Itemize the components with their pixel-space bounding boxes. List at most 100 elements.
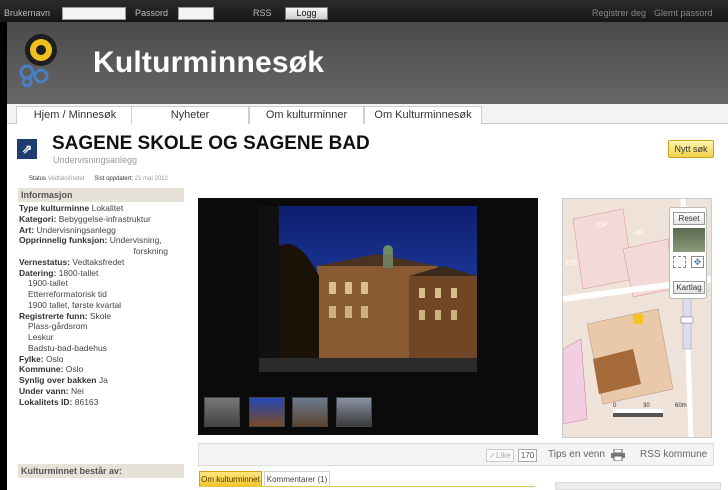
site-title: Kulturminnesøk — [93, 46, 325, 79]
info-label: Synlig over bakken — [19, 375, 97, 385]
print-icon[interactable] — [611, 449, 625, 461]
tab-about-heritage[interactable]: Om kulturminner — [249, 106, 364, 124]
kulturminnesok-logo[interactable] — [19, 30, 69, 88]
info-label: Kategori: — [19, 213, 57, 224]
like-label: Like — [496, 451, 511, 460]
finds-item: Plass-gårdsrom — [28, 321, 88, 332]
status-row: Status Vedtaksfredet Sist oppdatert: 21 … — [29, 176, 168, 182]
action-bar: ✓Like 170 Tips en venn RSS kommune — [198, 443, 714, 466]
info-row-municipality: Kommune: Oslo — [19, 364, 184, 375]
rss-municipality-link[interactable]: RSS kommune — [640, 449, 707, 460]
info-value-continued: forskning — [133, 246, 169, 256]
info-value: Bebyggelse-infrastruktur — [58, 213, 151, 224]
finds-item: Badstu-bad-badehus — [28, 342, 107, 353]
forgot-password-link[interactable]: Glemt passord — [654, 8, 713, 18]
aerial-view-thumbnail[interactable] — [673, 228, 705, 252]
like-button[interactable]: ✓Like — [486, 449, 514, 462]
info-row-dating: Datering: 1800-tallet — [19, 268, 184, 279]
info-label: Under vann: — [19, 385, 69, 396]
updated-label: Sist oppdatert: — [94, 176, 134, 182]
info-value: Undervisningsanlegg — [36, 224, 116, 235]
login-bar: Brukernavn Passord RSS Logg inn Registre… — [0, 0, 728, 29]
info-value: Lokalitet — [91, 203, 124, 213]
info-value: Nei — [70, 385, 84, 396]
like-count: 170 — [518, 449, 537, 462]
status-label: Status — [29, 176, 47, 182]
info-label: Lokalitets ID: — [19, 396, 73, 407]
select-area-icon[interactable] — [673, 256, 686, 268]
info-row-finds: Registrerte funn: Skole — [19, 311, 184, 322]
gallery-thumbnail[interactable] — [249, 397, 285, 427]
info-value: Undervisning, — [109, 235, 162, 246]
tab-home[interactable]: Hjem / Minnesøk — [16, 106, 134, 124]
main-nav: Hjem / Minnesøk Nyheter Om kulturminner … — [7, 104, 728, 124]
map-label: 8B — [635, 230, 644, 237]
updated-value: 21 mai 2012 — [134, 176, 168, 182]
password-input[interactable] — [178, 7, 214, 20]
info-value: Oslo — [45, 353, 64, 364]
password-label: Passord — [135, 8, 169, 18]
info-row-art: Art: Undervisningsanlegg — [19, 225, 184, 236]
tab-about-site[interactable]: Om Kulturminnesøk — [364, 106, 482, 124]
info-row-category: Kategori: Bebyggelse-infrastruktur — [19, 214, 184, 225]
gallery-thumbnail[interactable] — [292, 397, 328, 427]
side-box — [555, 482, 721, 490]
map-scale-label: 30 — [643, 403, 650, 409]
map-reset-button[interactable]: Reset — [673, 212, 705, 225]
info-value: 1800-tallet — [58, 267, 99, 278]
info-value: 86163 — [74, 396, 99, 407]
info-list: Type kulturminne Lokalitet Kategori: Beb… — [19, 203, 184, 407]
register-link[interactable]: Registrer deg — [592, 8, 646, 18]
info-value: Skole — [89, 310, 112, 321]
info-label: Fylke: — [19, 353, 44, 364]
heritage-type-icon: ⇗ — [17, 139, 37, 159]
info-label: Kommune: — [19, 364, 64, 375]
dating-item: Etterreformatorisk tid — [28, 289, 107, 299]
gallery-thumbnail[interactable] — [204, 397, 240, 427]
info-row-function: Opprinnelig funksjon: Undervisning, — [19, 235, 184, 246]
new-search-button[interactable]: Nytt søk — [668, 140, 714, 158]
zoom-slider-handle[interactable] — [680, 316, 694, 324]
tab-about-heritage-site[interactable]: Om kulturminnet — [199, 471, 262, 487]
info-label: Opprinnelig funksjon: — [19, 235, 108, 246]
info-row-visible: Synlig over bakken Ja — [19, 375, 184, 386]
consists-of-heading: Kulturminnet består av: — [18, 464, 184, 478]
tab-news[interactable]: Nyheter — [131, 106, 249, 124]
tips-friend-link[interactable]: Tips en venn — [548, 449, 605, 460]
info-row-protection: Vernestatus: Vedtaksfredet — [19, 257, 184, 268]
page-title: SAGENE SKOLE OG SAGENE BAD — [52, 133, 370, 154]
info-value: Vedtaksfredet — [72, 256, 125, 267]
tab-comments[interactable]: Kommentarer (1) — [264, 471, 330, 487]
map-label: 10P — [595, 222, 608, 229]
main-photo[interactable] — [259, 206, 477, 372]
map-layers-button[interactable]: Kartlag — [673, 281, 705, 294]
map-scale-label: 60m — [675, 403, 687, 409]
info-heading: Informasjon — [18, 188, 184, 202]
tab-underline — [199, 486, 535, 487]
gallery-thumbnail[interactable] — [336, 397, 372, 427]
info-row-county: Fylke: Oslo — [19, 354, 184, 365]
login-button[interactable]: Logg inn — [285, 7, 328, 29]
info-label: Art: — [19, 224, 35, 235]
pan-icon[interactable]: ✥ — [691, 256, 704, 268]
username-input[interactable] — [62, 7, 126, 20]
info-row-type: Type kulturminne Lokalitet — [19, 203, 184, 214]
main-content: ⇗ SAGENE SKOLE OG SAGENE BAD Undervisnin… — [7, 124, 728, 490]
info-value: Oslo — [65, 364, 84, 375]
info-value: Ja — [98, 375, 108, 385]
info-label: Datering: — [19, 267, 57, 278]
username-label: Brukernavn — [4, 8, 51, 18]
finds-item: Leskur — [28, 332, 54, 342]
location-map[interactable]: 10P 8B 10T 0 30 60m Reset ✥ Kartlag — [562, 198, 712, 438]
info-label: Type kulturminne — [19, 203, 90, 213]
info-label: Registrerte funn: — [19, 310, 88, 321]
page-subtitle: Undervisningsanlegg — [53, 155, 138, 165]
map-controls: Reset ✥ Kartlag — [669, 207, 707, 299]
info-label: Vernestatus: — [19, 256, 71, 267]
info-row-locality-id: Lokalitets ID: 86163 — [19, 397, 184, 408]
map-label: 10T — [565, 260, 578, 267]
status-value: Vedtaksfredet — [47, 176, 85, 182]
dating-item: 1900-tallet — [28, 278, 68, 289]
rss-top-link[interactable]: RSS — [253, 8, 272, 18]
site-header: Kulturminnesøk — [7, 22, 728, 104]
